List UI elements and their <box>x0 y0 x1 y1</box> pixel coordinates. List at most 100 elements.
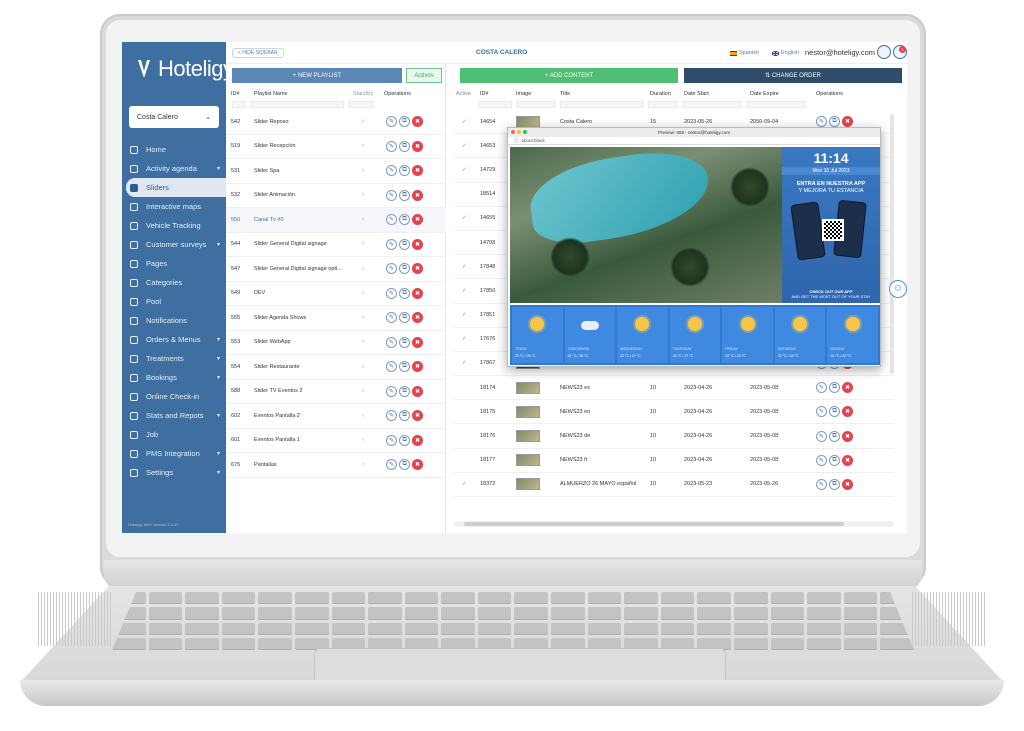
edit-icon[interactable]: ✎ <box>386 385 397 397</box>
sidebar-item-orders-menus[interactable]: Orders & Menus ▾ <box>122 330 226 349</box>
content-row[interactable]: ✓ 18372 ALMUERZO 26 MAYO español 10 2023-05-… <box>454 473 894 497</box>
col-content-id[interactable]: ID# <box>476 91 516 97</box>
playlist-row[interactable]: 554 Slider Restaurante ○ ✎ ⧉ ✖ <box>226 355 446 380</box>
edit-icon[interactable]: ✎ <box>816 406 827 418</box>
edit-icon[interactable]: ✎ <box>386 336 397 348</box>
copy-icon[interactable]: ⧉ <box>829 406 840 418</box>
playlist-row[interactable]: 519 Slider Recepción ○ ✎ ⧉ ✖ <box>226 135 446 159</box>
playlist-row[interactable]: 588 Slider TV Eventos 2 ○ ✎ ⧉ ✖ <box>226 380 446 404</box>
sidebar-item-vehicle-tracking[interactable]: Vehicle Tracking <box>122 216 226 235</box>
edit-icon[interactable]: ✎ <box>386 189 397 201</box>
sidebar-item-bookings[interactable]: Bookings ▾ <box>122 368 226 387</box>
delete-icon[interactable]: ✖ <box>412 287 423 299</box>
playlist-row[interactable]: 555 Slider Agenda Shows ○ ✎ ⧉ ✖ <box>226 306 446 331</box>
standby-toggle[interactable]: ○ <box>348 217 378 223</box>
sidebar-item-stats-and-repots[interactable]: Stats and Repots ▾ <box>122 406 226 425</box>
delete-icon[interactable]: ✖ <box>842 382 853 394</box>
content-thumbnail[interactable] <box>516 478 540 491</box>
delete-icon[interactable]: ✖ <box>412 263 423 275</box>
active-checkbox[interactable]: ✓ <box>454 336 476 342</box>
edit-icon[interactable]: ✎ <box>386 140 397 152</box>
user-profile-icon[interactable] <box>877 45 891 59</box>
playlist-row[interactable]: 531 Slider Spa ○ ✎ ⧉ ✖ <box>226 159 446 184</box>
delete-icon[interactable]: ✖ <box>412 336 423 348</box>
standby-toggle[interactable]: ○ <box>348 315 378 321</box>
edit-icon[interactable]: ✎ <box>816 478 827 490</box>
app-logo[interactable]: Hoteligy <box>136 52 234 86</box>
playlist-row[interactable]: 675 Pantallas ○ ✎ ⧉ ✖ <box>226 453 446 478</box>
active-checkbox[interactable]: ✓ <box>454 312 476 318</box>
delete-icon[interactable]: ✖ <box>842 478 853 490</box>
active-checkbox[interactable]: ✓ <box>454 143 476 149</box>
copy-icon[interactable]: ⧉ <box>399 189 410 201</box>
content-row[interactable]: 18175 NEWS23 en 10 2023-04-26 2023-05-08 ✎ ⧉ ✖ <box>454 400 894 425</box>
filter-name-input[interactable] <box>250 101 344 108</box>
edit-icon[interactable]: ✎ <box>816 430 827 442</box>
edit-icon[interactable]: ✎ <box>386 459 397 471</box>
minimize-window-icon[interactable] <box>517 130 521 134</box>
active-checkbox[interactable]: ✓ <box>454 264 476 270</box>
standby-toggle[interactable]: ○ <box>348 192 378 198</box>
active-checkbox[interactable]: ✓ <box>454 288 476 294</box>
content-thumbnail[interactable] <box>516 430 540 443</box>
copy-icon[interactable]: ⧉ <box>399 361 410 373</box>
active-checkbox[interactable]: ✓ <box>454 167 476 173</box>
sidebar-item-customer-surveys[interactable]: Customer surveys ▾ <box>122 235 226 254</box>
add-content-button[interactable]: + ADD CONTENT <box>460 68 678 83</box>
filter-start-input[interactable] <box>682 101 742 108</box>
hotel-select[interactable]: Costa Calero ⌄ <box>129 106 219 128</box>
edit-icon[interactable]: ✎ <box>386 116 397 128</box>
col-title[interactable]: Title <box>560 91 650 97</box>
edit-icon[interactable]: ✎ <box>386 238 397 250</box>
sidebar-item-sliders[interactable]: Sliders <box>126 178 226 197</box>
sidebar-item-categories[interactable]: Categories <box>122 273 226 292</box>
content-thumbnail[interactable] <box>516 454 540 467</box>
delete-icon[interactable]: ✖ <box>412 410 423 422</box>
copy-icon[interactable]: ⧉ <box>399 165 410 177</box>
active-checkbox[interactable]: ✓ <box>454 119 476 125</box>
content-thumbnail[interactable] <box>516 381 540 394</box>
delete-icon[interactable]: ✖ <box>412 434 423 446</box>
playlist-row[interactable]: 532 Slider Animación ○ ✎ ⧉ ✖ <box>226 184 446 208</box>
delete-icon[interactable]: ✖ <box>412 116 423 128</box>
copy-icon[interactable]: ⧉ <box>399 385 410 397</box>
edit-icon[interactable]: ✎ <box>386 165 397 177</box>
sidebar-item-activity-agenda[interactable]: Activity agenda ▾ <box>122 159 226 178</box>
sidebar-item-online-check-in[interactable]: Online Check-in <box>122 387 226 406</box>
sidebar-item-pool[interactable]: Pool <box>122 292 226 311</box>
standby-toggle[interactable]: ○ <box>348 339 378 345</box>
col-duration[interactable]: Duration <box>650 91 684 97</box>
preview-window[interactable]: Preview: 558 - nestor@hoteligy.com ⓘ abou… <box>507 127 881 367</box>
playlist-row[interactable]: 553 Slider WebApp ○ ✎ ⧉ ✖ <box>226 331 446 355</box>
sidebar-item-notifications[interactable]: Notifications <box>122 311 226 330</box>
delete-icon[interactable]: ✖ <box>412 165 423 177</box>
playlist-row[interactable]: 550 Canal Tv #0 ○ ✎ ⧉ ✖ <box>226 208 446 233</box>
standby-toggle[interactable]: ○ <box>348 364 378 370</box>
scrollbar-thumb[interactable] <box>464 522 844 526</box>
copy-icon[interactable]: ⧉ <box>399 263 410 275</box>
edit-icon[interactable]: ✎ <box>816 116 827 128</box>
delete-icon[interactable]: ✖ <box>412 238 423 250</box>
standby-toggle[interactable]: ○ <box>348 437 378 443</box>
change-order-button[interactable]: ⇅ CHANGE ORDER <box>684 68 902 83</box>
playlist-row[interactable]: 544 Slider General Digital signage ○ ✎ ⧉ ✖ <box>226 233 446 257</box>
delete-icon[interactable]: ✖ <box>412 312 423 324</box>
filter-id-input[interactable] <box>232 101 246 108</box>
active-checkbox[interactable]: ✓ <box>454 360 476 366</box>
active-filter-button[interactable]: Activos <box>406 68 442 83</box>
sidebar-item-home[interactable]: Home <box>122 140 226 159</box>
col-active[interactable]: Active <box>454 91 476 97</box>
standby-toggle[interactable]: ○ <box>348 143 378 149</box>
content-row[interactable]: 18176 NEWS23 de 10 2023-04-26 2023-05-08 ✎ ⧉ ✖ <box>454 424 894 449</box>
filter-content-id-input[interactable] <box>478 101 512 108</box>
sidebar-item-job[interactable]: Job <box>122 425 226 444</box>
content-row[interactable]: 18177 NEWS23 fr 10 2023-04-26 2023-05-08 ✎ ⧉ ✖ <box>454 449 894 473</box>
copy-icon[interactable]: ⧉ <box>829 116 840 128</box>
lang-english[interactable]: English <box>772 50 799 56</box>
standby-toggle[interactable]: ○ <box>348 168 378 174</box>
content-thumbnail[interactable] <box>516 405 540 418</box>
content-thumbnail[interactable] <box>516 115 540 128</box>
playlist-row[interactable]: 542 Slider Reposo ✓ ✎ ⧉ ✖ <box>226 110 446 135</box>
copy-icon[interactable]: ⧉ <box>399 287 410 299</box>
copy-icon[interactable]: ⧉ <box>399 336 410 348</box>
